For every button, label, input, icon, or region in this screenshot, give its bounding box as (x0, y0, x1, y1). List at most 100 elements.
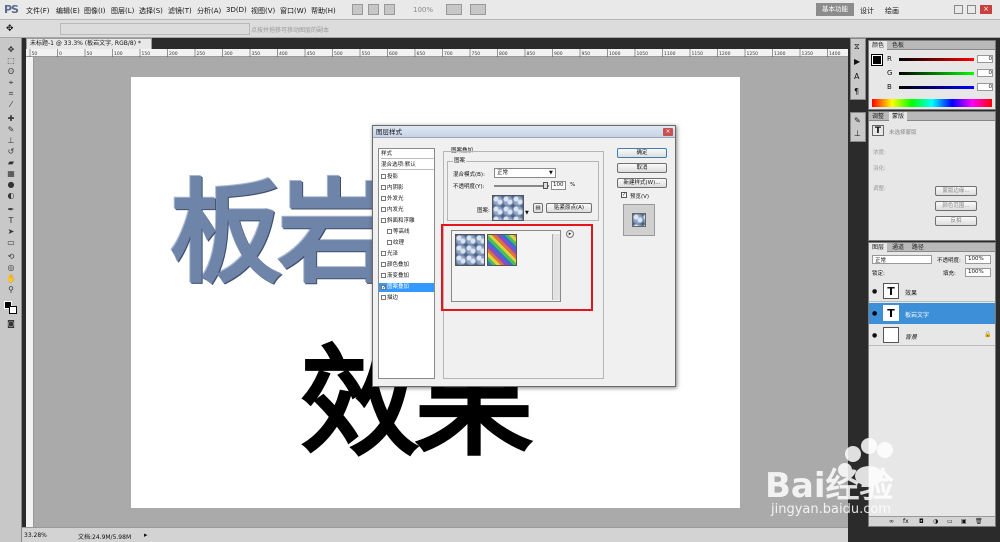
workspace-painting-link[interactable]: 绘画 (885, 6, 899, 16)
history-brush-tool-icon[interactable]: ↺ (5, 148, 17, 156)
layer-row[interactable]: ● T 效果 (869, 281, 995, 302)
minimize-button[interactable] (954, 5, 963, 14)
fg-color-box[interactable] (871, 54, 883, 66)
arrange-docs-icon[interactable] (446, 4, 462, 15)
tab-channels[interactable]: 通道 (889, 243, 907, 252)
opacity-field[interactable]: 100 (551, 181, 566, 190)
tab-paths[interactable]: 路径 (909, 243, 927, 252)
checkbox[interactable] (381, 196, 386, 201)
status-zoom[interactable]: 33.28% (24, 532, 47, 539)
menu-layer[interactable]: 图层(L) (111, 6, 134, 16)
layer-opacity-field[interactable]: 100% (965, 255, 991, 264)
type-tool-icon[interactable]: T (5, 217, 17, 225)
eye-icon[interactable]: ● (872, 332, 877, 339)
effect-stroke[interactable]: 描边 (381, 294, 398, 303)
tab-adjustments[interactable]: 调整 (869, 112, 887, 121)
effect-gradient-overlay[interactable]: 渐变叠加 (381, 272, 409, 281)
color-spectrum[interactable] (872, 99, 992, 107)
paragraph-icon[interactable]: ¶ (854, 87, 859, 96)
move-tool-icon[interactable]: ✥ (6, 24, 14, 34)
checkbox[interactable] (381, 262, 386, 267)
menu-image[interactable]: 图像(I) (84, 6, 106, 16)
eyedropper-tool-icon[interactable]: ⁄ (5, 101, 17, 109)
menu-file[interactable]: 文件(F) (26, 6, 50, 16)
layer-name[interactable]: 效果 (905, 288, 917, 297)
blend-options-item[interactable]: 混合选项:默认 (381, 161, 434, 170)
eye-icon[interactable]: ● (872, 310, 877, 317)
styles-header[interactable]: 样式 (381, 150, 434, 159)
checkbox[interactable] (381, 174, 386, 179)
checkbox[interactable] (387, 229, 392, 234)
menu-help[interactable]: 帮助(H) (311, 6, 336, 16)
menu-window[interactable]: 窗口(W) (280, 6, 306, 16)
workspace-design-link[interactable]: 设计 (860, 6, 874, 16)
close-window-button[interactable]: × (980, 5, 992, 14)
checkbox[interactable] (381, 207, 386, 212)
layer-name[interactable]: 板岩文字 (905, 310, 929, 319)
tab-color[interactable]: 颜色 (869, 41, 888, 50)
mini-bridge-icon[interactable] (368, 4, 379, 15)
healing-brush-tool-icon[interactable]: ✚ (5, 115, 17, 123)
cancel-button[interactable]: 取消 (617, 163, 667, 173)
layer-blend-mode-select[interactable]: 正常 (872, 255, 932, 264)
restore-button[interactable] (967, 5, 976, 14)
effect-contour[interactable]: 等高线 (387, 228, 410, 237)
history-icon[interactable]: ⧖ (854, 42, 860, 52)
hand-tool-icon[interactable]: ✋ (5, 275, 17, 283)
effect-color-overlay[interactable]: 颜色叠加 (381, 261, 409, 270)
effect-inner-shadow[interactable]: 内阴影 (381, 184, 404, 193)
brush-preset-icon[interactable]: ✎ (854, 116, 861, 125)
checkbox[interactable] (381, 185, 386, 190)
tab-swatches[interactable]: 色板 (889, 41, 907, 50)
pattern-picker-swatch[interactable] (492, 195, 524, 221)
character-icon[interactable]: A (854, 72, 859, 81)
crop-tool-icon[interactable]: ⌗ (5, 90, 17, 98)
bridge-icon[interactable] (352, 4, 363, 15)
color-range-button[interactable]: 颜色范围... (935, 201, 977, 211)
layer-row[interactable]: ● 背景 🔒 (869, 325, 995, 346)
eraser-tool-icon[interactable]: ▰ (5, 159, 17, 167)
checkbox[interactable] (381, 295, 386, 300)
pattern-dropdown-icon[interactable]: ▼ (525, 210, 529, 216)
shape-tool-icon[interactable]: ▭ (5, 239, 17, 247)
effect-inner-glow[interactable]: 内发光 (381, 206, 404, 215)
opacity-slider-track[interactable] (494, 185, 549, 187)
quick-select-tool-icon[interactable]: ⌖ (5, 79, 17, 87)
document-tab[interactable]: 未标题-1 @ 33.3% (板岩文字, RGB/8) * (26, 38, 152, 49)
channel-r-value[interactable]: 0 (977, 55, 993, 63)
tab-layers[interactable]: 图层 (869, 243, 888, 252)
quick-mask-icon[interactable]: ◙ (5, 320, 17, 328)
move-tool-icon[interactable]: ✥ (5, 46, 17, 54)
dropdown-arrow-icon[interactable]: ▼ (549, 170, 553, 176)
blend-mode-select[interactable]: 正常 (494, 168, 556, 178)
channel-g-value[interactable]: 0 (977, 69, 993, 77)
marquee-tool-icon[interactable]: ⬚ (5, 57, 17, 65)
channel-g-slider[interactable] (899, 72, 974, 75)
layer-name[interactable]: 背景 (905, 332, 917, 341)
checkbox[interactable] (387, 240, 392, 245)
mask-edge-button[interactable]: 蒙版边缘... (935, 186, 977, 196)
path-select-tool-icon[interactable]: ➤ (5, 228, 17, 236)
checkbox[interactable] (381, 218, 386, 223)
background-color-swatch[interactable] (9, 306, 17, 314)
clone-stamp-tool-icon[interactable]: ⊥ (5, 137, 17, 145)
checkbox[interactable] (381, 273, 386, 278)
dialog-close-button[interactable]: × (663, 128, 673, 136)
zoom-tool-icon[interactable]: ⚲ (5, 286, 17, 294)
brush-tool-icon[interactable]: ✎ (5, 126, 17, 134)
menu-select[interactable]: 选择(S) (139, 6, 163, 16)
effect-bevel-emboss[interactable]: 斜面和浮雕 (381, 217, 415, 226)
blur-tool-icon[interactable]: ● (5, 181, 17, 189)
3d-rotate-tool-icon[interactable]: ⟲ (5, 253, 17, 261)
preview-checkbox[interactable]: ✓ (621, 192, 627, 198)
actions-icon[interactable]: ▶ (854, 57, 860, 66)
channel-b-slider[interactable] (899, 86, 974, 89)
effect-pattern-overlay[interactable]: ✓图案叠加 (379, 283, 434, 292)
pen-tool-icon[interactable]: ✒ (5, 206, 17, 214)
checkbox-checked[interactable]: ✓ (381, 285, 386, 291)
effect-drop-shadow[interactable]: 投影 (381, 173, 398, 182)
menu-analysis[interactable]: 分析(A) (197, 6, 221, 16)
clone-source-icon[interactable]: ⊥ (854, 129, 861, 138)
menu-filter[interactable]: 滤镜(T) (168, 6, 192, 16)
workspace-essentials-button[interactable]: 基本功能 (816, 3, 854, 16)
